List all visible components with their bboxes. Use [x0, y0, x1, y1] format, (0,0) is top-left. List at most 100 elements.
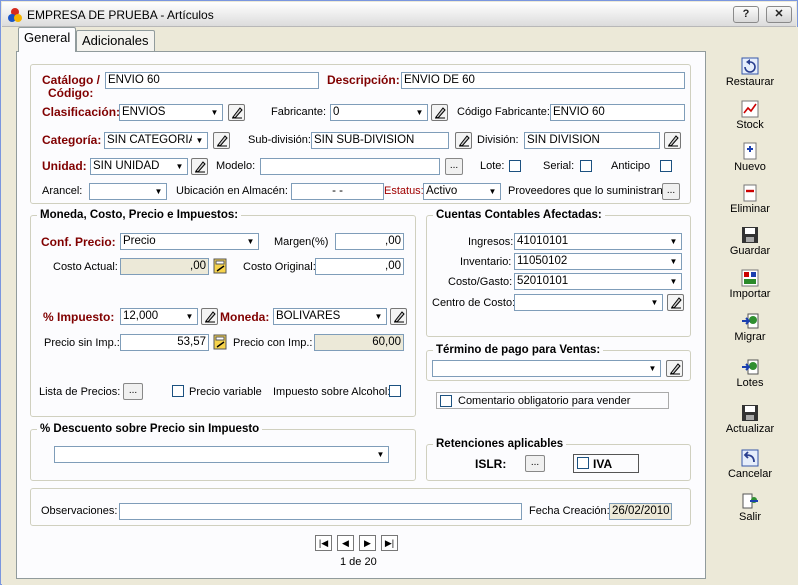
prev-icon: ◀	[342, 538, 349, 548]
fecha-creacion-input[interactable]: 26/02/2010	[609, 503, 672, 520]
precio-sin-input[interactable]: 53,57	[120, 334, 209, 351]
proveedores-button[interactable]: ...	[662, 183, 680, 200]
importar-button[interactable]: Importar	[714, 269, 786, 300]
categoria-select[interactable]: SIN CATEGORIA ▼	[104, 132, 208, 149]
estatus-select[interactable]: Activo ▼	[423, 183, 501, 200]
chevron-down-icon: ▼	[412, 105, 427, 120]
costo-original-input[interactable]: ,00	[315, 258, 404, 275]
categoria-edit-button[interactable]	[213, 132, 230, 149]
restaurar-button[interactable]: Restaurar	[714, 57, 786, 88]
margen-input[interactable]: ,00	[335, 233, 404, 250]
lista-precios-button[interactable]: ...	[123, 383, 143, 400]
update-icon	[742, 405, 758, 421]
calculator-icon[interactable]	[212, 258, 228, 274]
nuevo-button[interactable]: Nuevo	[714, 142, 786, 173]
chevron-down-icon: ▼	[151, 184, 166, 199]
subdivision-label: Sub-división:	[248, 134, 311, 146]
actualizar-button[interactable]: Actualizar	[714, 404, 786, 435]
cuentas-group: Cuentas Contables Afectadas: Ingresos: 4…	[426, 209, 691, 337]
precio-con-input[interactable]: 60,00	[314, 334, 404, 351]
close-button[interactable]: ✕	[766, 6, 792, 23]
pencil-icon	[217, 135, 228, 147]
descripcion-input[interactable]: ENVIO DE 60	[401, 72, 685, 89]
ingresos-select[interactable]: 41010101 ▼	[514, 233, 682, 250]
anticipo-checkbox[interactable]	[660, 160, 672, 172]
codigo-fabricante-input[interactable]: ENVIO 60	[550, 104, 685, 121]
save-icon	[742, 227, 758, 243]
clasificacion-edit-button[interactable]	[228, 104, 245, 121]
chevron-down-icon: ▼	[207, 105, 222, 120]
fabricante-select[interactable]: 0 ▼	[330, 104, 428, 121]
pencil-icon	[394, 311, 405, 323]
help-button[interactable]: ?	[733, 6, 759, 23]
serial-checkbox[interactable]	[580, 160, 592, 172]
costo-actual-input[interactable]: ,00	[120, 258, 209, 275]
arancel-select[interactable]: ▼	[89, 183, 167, 200]
termino-edit-button[interactable]	[666, 360, 683, 377]
comentario-checkbox[interactable]	[440, 395, 452, 407]
app-logo-icon	[8, 8, 22, 22]
lotes-button[interactable]: Lotes	[714, 358, 786, 389]
fabricante-edit-button[interactable]	[431, 104, 448, 121]
serial-label: Serial:	[543, 160, 575, 172]
window-body: General Adicionales Catálogo / Código: E…	[2, 27, 798, 585]
chevron-down-icon: ▼	[645, 361, 660, 376]
lots-icon	[742, 359, 759, 375]
inventario-label: Inventario:	[460, 256, 512, 268]
termino-select[interactable]: ▼	[432, 360, 661, 377]
moneda-edit-button[interactable]	[390, 308, 407, 325]
prev-record-button[interactable]: ◀	[337, 535, 354, 551]
clasificacion-select[interactable]: ENVIOS ▼	[119, 104, 223, 121]
codigo-input[interactable]: ENVIO 60	[105, 72, 319, 89]
next-record-button[interactable]: ▶	[359, 535, 376, 551]
cancelar-button[interactable]: Cancelar	[714, 449, 786, 480]
salir-button[interactable]: Salir	[714, 492, 786, 523]
ubicacion-input[interactable]: - -	[291, 183, 384, 200]
chart-icon	[741, 100, 759, 118]
centro-costo-edit-button[interactable]	[667, 294, 684, 311]
impuesto-select[interactable]: 12,000 ▼	[120, 308, 198, 325]
migrar-button[interactable]: Migrar	[714, 312, 786, 343]
chevron-down-icon: ▼	[485, 184, 500, 199]
last-record-button[interactable]: ▶|	[381, 535, 398, 551]
estatus-label: Estatus:	[384, 185, 424, 197]
subdivision-edit-button[interactable]	[455, 132, 472, 149]
observaciones-input[interactable]	[119, 503, 522, 520]
descuento-select[interactable]: ▼	[54, 446, 389, 463]
precio-con-label: Precio con Imp.:	[233, 337, 313, 349]
descuento-group: % Descuento sobre Precio sin Impuesto ▼	[30, 423, 416, 481]
modelo-input[interactable]	[260, 158, 440, 175]
unidad-select[interactable]: SIN UNIDAD ▼	[90, 158, 188, 175]
subdivision-input[interactable]: SIN SUB-DIVISION	[311, 132, 449, 149]
conf-precio-select[interactable]: Precio ▼	[120, 233, 259, 250]
tab-general[interactable]: General	[18, 27, 77, 52]
moneda-select[interactable]: BOLIVARES ▼	[273, 308, 387, 325]
clasificacion-label: Clasificación:	[42, 105, 121, 119]
fabricante-label: Fabricante:	[271, 106, 327, 118]
division-edit-button[interactable]	[664, 132, 681, 149]
eliminar-button[interactable]: Eliminar	[714, 184, 786, 215]
impuesto-edit-button[interactable]	[201, 308, 218, 325]
salir-label: Salir	[738, 511, 761, 523]
descripcion-label: Descripción:	[327, 73, 400, 87]
inventario-select[interactable]: 11050102 ▼	[514, 253, 682, 270]
precio-variable-checkbox[interactable]	[172, 385, 184, 397]
guardar-button[interactable]: Guardar	[714, 226, 786, 257]
division-input[interactable]: SIN DIVISION	[524, 132, 660, 149]
centro-costo-select[interactable]: ▼	[514, 294, 663, 311]
stock-button[interactable]: Stock	[714, 100, 786, 131]
tab-adicionales[interactable]: Adicionales	[76, 30, 155, 52]
impuesto-alcohol-checkbox[interactable]	[389, 385, 401, 397]
cuentas-group-title: Cuentas Contables Afectadas:	[433, 209, 605, 221]
islr-button[interactable]: ...	[525, 455, 545, 472]
pencil-icon	[671, 297, 682, 309]
chevron-down-icon: ▼	[192, 133, 207, 148]
calculator-icon[interactable]	[212, 334, 228, 350]
costo-original-label: Costo Original:	[243, 261, 316, 273]
costo-gasto-select[interactable]: 52010101 ▼	[514, 273, 682, 290]
iva-checkbox[interactable]	[577, 457, 589, 469]
first-record-button[interactable]: |◀	[315, 535, 332, 551]
modelo-browse-button[interactable]: ...	[445, 158, 463, 175]
unidad-edit-button[interactable]	[191, 158, 208, 175]
lote-checkbox[interactable]	[509, 160, 521, 172]
